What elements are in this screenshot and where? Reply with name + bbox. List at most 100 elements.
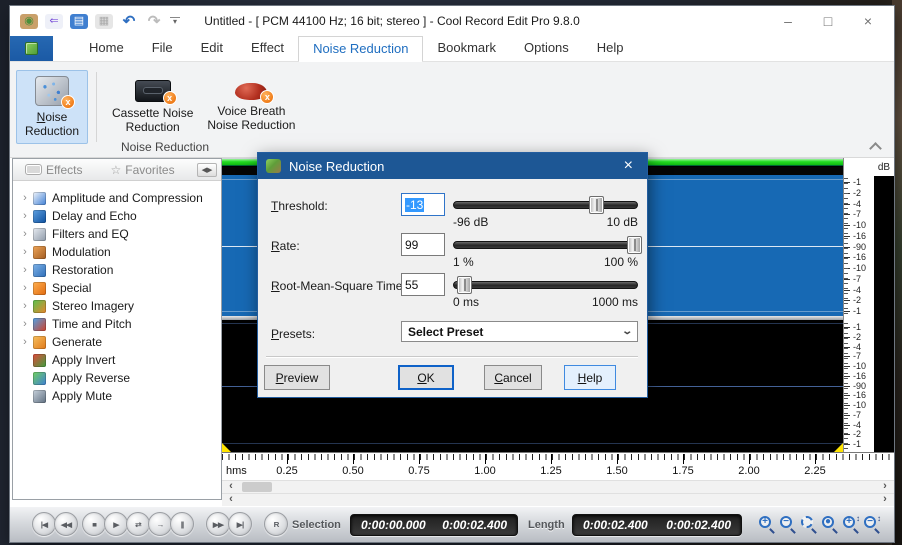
scroll-left-icon[interactable]: ‹ bbox=[224, 494, 238, 506]
selection-start-marker-bottom[interactable] bbox=[222, 443, 231, 452]
scale-tick-marks bbox=[844, 178, 848, 316]
db-scale-label: -2 bbox=[844, 430, 874, 439]
tab-bookmark[interactable]: Bookmark bbox=[423, 36, 510, 61]
rewind-button[interactable]: ◀◀ bbox=[54, 512, 78, 536]
slider-max-label: 100 % bbox=[603, 255, 638, 269]
pause-button[interactable]: || bbox=[170, 512, 194, 536]
tree-item-modulation[interactable]: › Modulation bbox=[19, 243, 221, 261]
selection-end-marker-bottom[interactable] bbox=[834, 443, 843, 452]
slider-max-label: 10 dB bbox=[606, 215, 638, 229]
app-menu-button[interactable] bbox=[10, 36, 53, 61]
time-ruler[interactable]: hms 0.25 0.50 0.75 1.00 1.25 1.50 1.75 2.00 2.25 bbox=[222, 452, 894, 480]
remove-noise-badge-icon: x bbox=[61, 95, 75, 109]
zoom-to-selection-button[interactable] bbox=[800, 515, 818, 534]
db-scale-label: -10 bbox=[844, 362, 874, 371]
dialog-close-icon[interactable]: × bbox=[618, 158, 639, 174]
scroll-left-icon[interactable]: ‹ bbox=[224, 481, 238, 493]
expand-chevron-icon[interactable]: › bbox=[19, 282, 31, 294]
tree-item-filters-and-eq[interactable]: › Filters and EQ bbox=[19, 225, 221, 243]
generate-icon bbox=[33, 335, 46, 349]
close-button[interactable]: × bbox=[848, 6, 888, 36]
ribbon-button-voice-breath-noise-reduction[interactable]: x Voice Breath Noise Reduction bbox=[200, 70, 302, 144]
expand-chevron-icon[interactable]: › bbox=[19, 192, 31, 204]
play-selection-button[interactable]: → bbox=[148, 512, 172, 536]
slider-handle[interactable] bbox=[627, 236, 643, 254]
ribbon-button-noise-reduction[interactable]: x Noise Reduction bbox=[16, 70, 88, 144]
cancel-button[interactable]: Cancel bbox=[484, 365, 542, 390]
time-label: 0.50 bbox=[342, 465, 364, 477]
slider-handle[interactable] bbox=[588, 196, 604, 214]
sidebar-tab-effects[interactable]: Effects bbox=[25, 163, 82, 177]
secondary-scrollbar[interactable]: ‹ › bbox=[222, 493, 894, 506]
transport-bar: |◀ ◀◀ ■ ▶ ⇄ → || ▶▶ ▶| R Selection 0:00:00.000 0:… bbox=[10, 506, 894, 542]
tree-item-restoration[interactable]: › Restoration bbox=[19, 261, 221, 279]
expand-chevron-icon[interactable]: › bbox=[19, 246, 31, 258]
tab-noise-reduction[interactable]: Noise Reduction bbox=[298, 36, 424, 62]
tab-help[interactable]: Help bbox=[583, 36, 638, 61]
sidebar-pager-icon[interactable]: ◀▶ bbox=[197, 162, 217, 177]
tree-item-amplitude-and-compression[interactable]: › Amplitude and Compression bbox=[19, 189, 221, 207]
expand-chevron-icon[interactable]: › bbox=[19, 228, 31, 240]
expand-chevron-icon[interactable]: › bbox=[19, 336, 31, 348]
tree-item-apply-mute[interactable]: Apply Mute bbox=[19, 387, 221, 405]
time-label: 0.25 bbox=[276, 465, 298, 477]
slider-track-threshold[interactable] bbox=[453, 196, 638, 214]
tree-item-apply-reverse[interactable]: Apply Reverse bbox=[19, 369, 221, 387]
time-label: 2.25 bbox=[804, 465, 826, 477]
record-button[interactable]: R bbox=[264, 512, 288, 536]
major-tick bbox=[749, 454, 750, 464]
ok-button[interactable]: OK bbox=[398, 365, 454, 390]
slider-handle[interactable] bbox=[456, 276, 472, 294]
ribbon-button-group: x Noise Reduction x Cassette Noise Reductio… bbox=[16, 70, 302, 144]
maximize-button[interactable]: □ bbox=[808, 6, 848, 36]
vertical-zoom-in-button[interactable]: + bbox=[842, 515, 860, 534]
collapse-ribbon-icon[interactable] bbox=[869, 142, 882, 155]
slider-track-rate[interactable] bbox=[453, 236, 643, 254]
zoom-in-button[interactable]: + bbox=[758, 515, 776, 534]
expand-chevron-icon[interactable]: › bbox=[19, 264, 31, 276]
presets-dropdown[interactable]: Select Preset ⌄ bbox=[401, 321, 638, 342]
scrollbar-thumb[interactable] bbox=[242, 482, 272, 492]
slider-track-root-mean-square-time[interactable] bbox=[453, 276, 638, 294]
major-tick bbox=[551, 454, 552, 464]
field-input-threshold[interactable]: -13 bbox=[401, 193, 445, 216]
zoom-out-button[interactable]: − bbox=[779, 515, 797, 534]
help-button[interactable]: Help bbox=[564, 365, 616, 390]
tree-item-special[interactable]: › Special bbox=[19, 279, 221, 297]
play-button[interactable]: ▶ bbox=[104, 512, 128, 536]
loop-play-button[interactable]: ⇄ bbox=[126, 512, 150, 536]
scroll-right-icon[interactable]: › bbox=[878, 494, 892, 506]
stop-button[interactable]: ■ bbox=[82, 512, 106, 536]
tree-item-apply-invert[interactable]: Apply Invert bbox=[19, 351, 221, 369]
tab-options[interactable]: Options bbox=[510, 36, 583, 61]
scroll-right-icon[interactable]: › bbox=[878, 481, 892, 493]
horizontal-scrollbar[interactable]: ‹ › bbox=[222, 480, 894, 493]
field-input-root-mean-square-time[interactable]: 55 bbox=[401, 273, 445, 296]
tree-item-time-and-pitch[interactable]: › Time and Pitch bbox=[19, 315, 221, 333]
field-label: Rate: bbox=[271, 239, 300, 253]
tree-item-generate[interactable]: › Generate bbox=[19, 333, 221, 351]
go-to-start-button[interactable]: |◀ bbox=[32, 512, 56, 536]
expand-chevron-icon[interactable]: › bbox=[19, 300, 31, 312]
tab-edit[interactable]: Edit bbox=[187, 36, 237, 61]
sidebar-tab-favorites[interactable]: ☆ Favorites bbox=[110, 163, 174, 177]
expand-chevron-icon[interactable]: › bbox=[19, 210, 31, 222]
scale-margin bbox=[874, 158, 894, 452]
tree-item-stereo-imagery[interactable]: › Stereo Imagery bbox=[19, 297, 221, 315]
tree-item-label: Apply Invert bbox=[52, 353, 116, 367]
tab-file[interactable]: File bbox=[138, 36, 187, 61]
vertical-zoom-out-button[interactable]: − bbox=[863, 515, 881, 534]
go-to-end-button[interactable]: ▶| bbox=[228, 512, 252, 536]
dialog-app-icon bbox=[266, 159, 281, 173]
expand-chevron-icon[interactable]: › bbox=[19, 318, 31, 330]
tab-home[interactable]: Home bbox=[75, 36, 138, 61]
ribbon-button-cassette-noise-reduction[interactable]: x Cassette Noise Reduction bbox=[105, 70, 200, 144]
dialog-title-bar[interactable]: Noise Reduction × bbox=[258, 153, 647, 179]
fast-forward-button[interactable]: ▶▶ bbox=[206, 512, 230, 536]
tree-item-delay-and-echo[interactable]: › Delay and Echo bbox=[19, 207, 221, 225]
zoom-full-button[interactable]: ● bbox=[821, 515, 839, 534]
preview-button[interactable]: Preview bbox=[264, 365, 330, 390]
minimize-button[interactable]: – bbox=[768, 6, 808, 36]
field-input-rate[interactable]: 99 bbox=[401, 233, 445, 256]
tab-effect[interactable]: Effect bbox=[237, 36, 298, 61]
